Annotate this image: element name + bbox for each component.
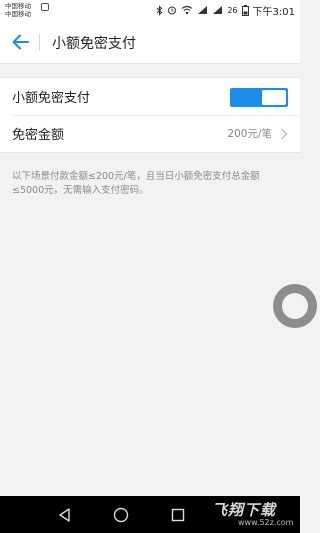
arrow-left-icon	[12, 34, 29, 50]
wifi-icon	[181, 5, 193, 15]
header-divider	[39, 34, 40, 51]
carrier-1: 中国移动	[5, 2, 31, 10]
square-recent-icon	[171, 508, 185, 522]
amount-value: 200元/笔	[227, 128, 272, 140]
description-text: 以下场景付款金额≤200元/笔，且当日小额免密支付总金额≤5000元，无需输入支…	[12, 171, 260, 196]
signal-icon	[197, 5, 208, 15]
clock: 下午3:01	[252, 6, 295, 18]
watermark-logo: 飞翔下载 www.52z.com	[198, 499, 296, 531]
triangle-back-icon	[59, 508, 70, 522]
status-bar: 中国移动 中国移动 26 下午3:01	[0, 0, 300, 22]
nav-home-button[interactable]	[111, 505, 131, 525]
watermark-url: www.52z.com	[238, 518, 294, 527]
nav-recent-button[interactable]	[168, 505, 188, 525]
battery-icon	[241, 4, 249, 16]
toggle-knob	[262, 90, 286, 105]
carrier-2: 中国移动	[5, 10, 31, 18]
chevron-right-icon	[281, 128, 288, 140]
notification-icon	[41, 3, 49, 11]
settings-row-amount[interactable]: 免密金额 200元/笔	[0, 115, 300, 152]
row-label: 免密金额	[12, 128, 65, 143]
bluetooth-icon	[156, 4, 163, 16]
alarm-icon	[167, 5, 177, 15]
settings-list: 小额免密支付 免密金额 200元/笔	[0, 77, 300, 153]
back-button[interactable]	[10, 31, 32, 53]
settings-row-small-payment: 小额免密支付	[0, 78, 300, 115]
small-payment-toggle[interactable]	[230, 88, 288, 107]
floating-assistive-ball[interactable]	[273, 284, 317, 328]
page-title: 小额免密支付	[52, 36, 136, 52]
carrier-info: 中国移动 中国移动	[5, 2, 31, 18]
circle-home-icon	[113, 507, 129, 523]
signal-icon-2	[212, 5, 223, 15]
row-label: 小额免密支付	[12, 91, 91, 106]
nav-back-button[interactable]	[55, 505, 75, 525]
battery-level: 26	[227, 5, 238, 15]
app-bar: 小额免密支付	[0, 22, 300, 64]
watermark-main: 飞翔下载	[212, 501, 277, 519]
status-icons: 26 下午3:01	[156, 4, 295, 18]
